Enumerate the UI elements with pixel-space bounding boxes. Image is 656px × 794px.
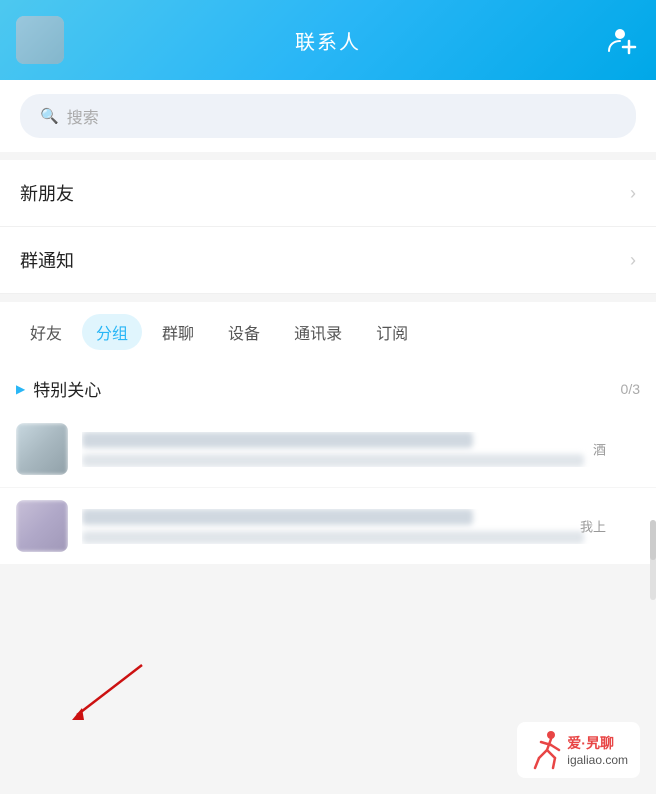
- search-icon: 🔍: [40, 107, 59, 125]
- group-count: 0/3: [621, 381, 640, 397]
- group-header: ▶ 特别关心 0/3: [0, 362, 656, 411]
- avatar-image: [16, 16, 64, 64]
- avatar[interactable]: [16, 16, 64, 64]
- avatar-image-1: [16, 423, 68, 475]
- tab-friends[interactable]: 好友: [16, 314, 76, 350]
- contact-avatar-1: [16, 423, 68, 475]
- chevron-right-icon: ›: [630, 250, 636, 271]
- group-title: 特别关心: [33, 376, 101, 401]
- contact-info-1: [82, 432, 640, 467]
- contact-suffix-2: 我上: [580, 517, 606, 536]
- watermark-text: 爱·旯聊 igaliao.com: [567, 733, 628, 767]
- tab-groups[interactable]: 分组: [82, 314, 142, 350]
- add-contact-button[interactable]: [604, 22, 640, 58]
- contact-item-1[interactable]: 酒: [0, 411, 656, 488]
- scrollbar-track[interactable]: [650, 520, 656, 600]
- search-bar[interactable]: 🔍 搜索: [20, 94, 636, 138]
- red-arrow-annotation: [62, 660, 152, 730]
- contact-name-2: [82, 509, 473, 525]
- tab-group-chat[interactable]: 群聊: [148, 314, 208, 350]
- new-friends-item[interactable]: 新朋友 ›: [0, 160, 656, 227]
- contact-info-2: [82, 509, 640, 544]
- avatar-image-2: [16, 500, 68, 552]
- triangle-icon: ▶: [16, 382, 25, 396]
- group-notifications-item[interactable]: 群通知 ›: [0, 227, 656, 294]
- page-title: 联系人: [295, 26, 361, 55]
- contact-name-1: [82, 432, 473, 448]
- scrollbar-thumb[interactable]: [650, 520, 656, 560]
- search-placeholder: 搜索: [67, 104, 99, 128]
- group-header-left: ▶ 特别关心: [16, 376, 101, 401]
- header: 联系人: [0, 0, 656, 80]
- menu-section: 新朋友 › 群通知 ›: [0, 160, 656, 294]
- watermark-brand: 爱·旯聊: [567, 733, 628, 753]
- tab-contacts[interactable]: 通讯录: [280, 314, 356, 350]
- tabs-container: 好友 分组 群聊 设备 通讯录 订阅: [0, 302, 656, 362]
- search-container: 🔍 搜索: [0, 80, 656, 152]
- tab-devices[interactable]: 设备: [214, 314, 274, 350]
- watermark-logo: [529, 730, 561, 770]
- runner-icon: [529, 730, 561, 770]
- contact-list: 酒 我上: [0, 411, 656, 565]
- watermark: 爱·旯聊 igaliao.com: [517, 722, 640, 778]
- contact-msg-1: [82, 454, 584, 467]
- new-friends-label: 新朋友: [20, 180, 74, 206]
- tabs-section: 好友 分组 群聊 设备 通讯录 订阅 ▶ 特别关心 0/3 酒: [0, 302, 656, 565]
- contact-suffix-1: 酒: [593, 440, 606, 459]
- watermark-url: igaliao.com: [567, 753, 628, 767]
- tab-subscriptions[interactable]: 订阅: [362, 314, 422, 350]
- contact-avatar-2: [16, 500, 68, 552]
- contact-item-2[interactable]: 我上: [0, 488, 656, 565]
- chevron-right-icon: ›: [630, 183, 636, 204]
- add-person-icon: [607, 25, 637, 55]
- contact-msg-2: [82, 531, 584, 544]
- group-notifications-label: 群通知: [20, 247, 74, 273]
